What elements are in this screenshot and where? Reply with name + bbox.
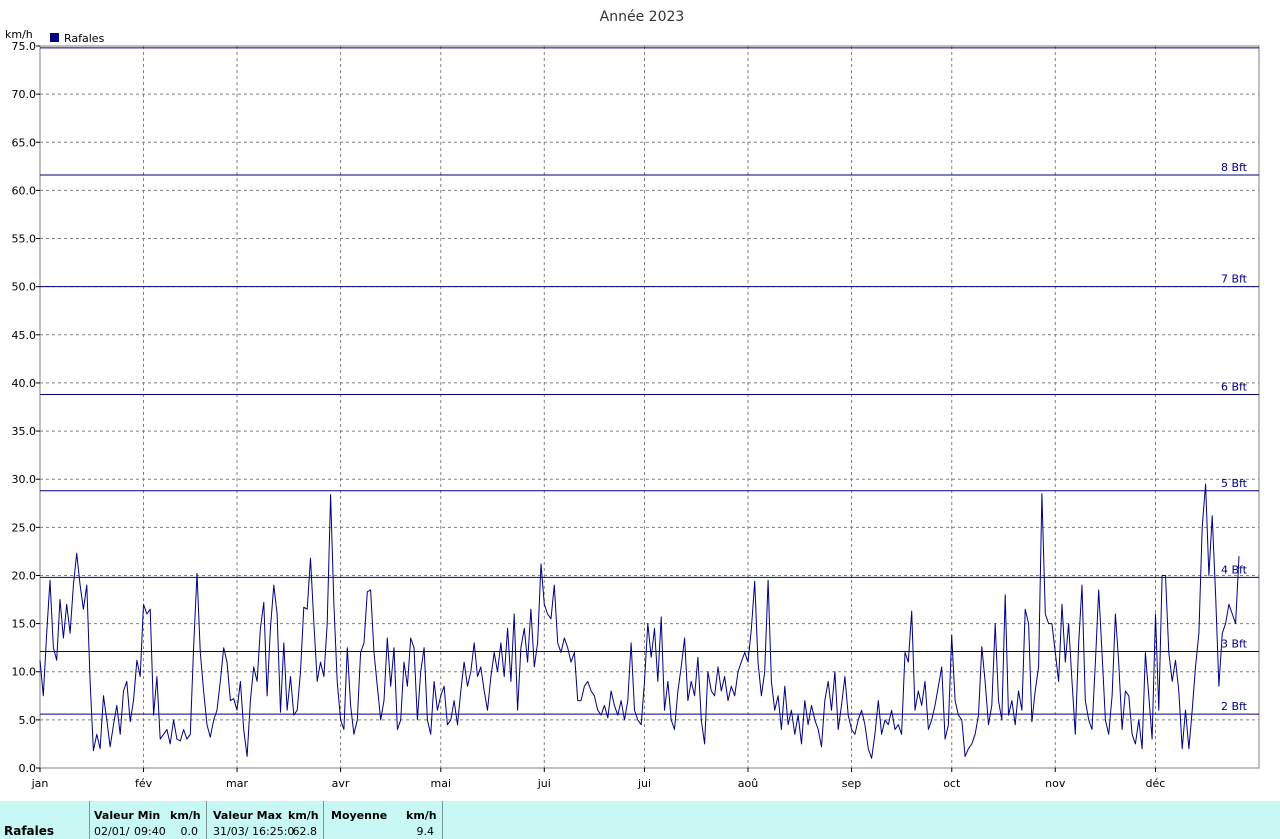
stats-max-time: 16:25:0: [252, 825, 295, 838]
y-tick-label: 25.0: [12, 521, 37, 534]
stats-max-header: Valeur Max: [213, 809, 283, 822]
y-tick-label: 20.0: [12, 569, 37, 582]
x-tick-label: aoû: [738, 777, 758, 790]
y-tick-label: 5.0: [19, 714, 37, 727]
x-tick-label: déc: [1146, 777, 1166, 790]
x-tick-label: oct: [943, 777, 961, 790]
x-tick-label: jan: [31, 777, 49, 790]
chart-title: Année 2023: [600, 9, 685, 25]
stats-min-column: Valeur Min km/h 02/01/ 09:40 0.0: [89, 801, 206, 839]
threshold-label: 3 Bft: [1221, 638, 1248, 651]
y-tick-label: 65.0: [12, 136, 37, 149]
chart: Année 2023 km/h Rafales 2 Bft3 Bft4 Bft5…: [5, 9, 1260, 790]
y-tick-label: 70.0: [12, 88, 37, 101]
y-tick-label: 75.0: [12, 40, 37, 53]
series-rafales: [39, 483, 1240, 759]
x-tick-label: avr: [332, 777, 350, 790]
y-tick-label: 0.0: [19, 762, 37, 775]
y-tick-label: 10.0: [12, 666, 37, 679]
threshold-label: 5 Bft: [1221, 477, 1248, 490]
stats-avg-header: Moyenne: [331, 809, 388, 822]
series-line-rafales: [39, 483, 1240, 759]
stats-max-value: 62.8: [292, 825, 318, 838]
beaufort-thresholds: 2 Bft 3 Bft 4 Bft 5 Bft 6 Bft 7 Bft 8 Bft: [40, 47, 1259, 715]
stats-row-label: Rafales: [4, 824, 55, 838]
x-axis: jan fév mar avr mai jui jui aoû sep oct nov déc: [31, 768, 1166, 790]
threshold-label: 6 Bft: [1221, 380, 1248, 393]
x-tick-label: sep: [842, 777, 861, 790]
stats-max-date: 31/03/: [213, 825, 249, 838]
y-tick-label: 15.0: [12, 618, 37, 631]
y-tick-label: 50.0: [12, 281, 37, 294]
x-tick-label: mai: [431, 777, 452, 790]
x-tick-label: nov: [1045, 777, 1066, 790]
x-tick-label: mar: [226, 777, 248, 790]
y-tick-label: 60.0: [12, 184, 37, 197]
stats-min-time: 09:40: [134, 825, 166, 838]
stats-max-unit: km/h: [288, 809, 319, 822]
threshold-label: 4 Bft: [1221, 563, 1248, 576]
stats-panel: Rafales Valeur Min km/h 02/01/ 09:40 0.0…: [0, 801, 1280, 839]
threshold-label: 7 Bft: [1221, 273, 1248, 286]
x-tick-label: fév: [135, 777, 153, 790]
threshold-label: 8 Bft: [1221, 161, 1248, 174]
stats-min-header: Valeur Min: [94, 809, 161, 822]
stats-avg-unit: km/h: [406, 809, 437, 822]
threshold-label: 2 Bft: [1221, 700, 1248, 713]
stats-max-column: Valeur Max km/h 31/03/ 16:25:0 62.8: [206, 801, 323, 839]
y-tick-label: 40.0: [12, 377, 37, 390]
y-tick-label: 45.0: [12, 329, 37, 342]
stats-avg-column: Moyenne km/h 9.4: [323, 801, 443, 839]
y-axis: 0.0 5.0 10.0 15.0 20.0 25.0 30.0 35.0 40.0 45.0 50…: [12, 40, 40, 775]
legend-label: Rafales: [64, 32, 105, 45]
stats-min-date: 02/01/: [94, 825, 130, 838]
y-tick-label: 55.0: [12, 233, 37, 246]
stats-avg-value: 9.4: [416, 825, 435, 838]
stats-min-unit: km/h: [170, 809, 201, 822]
x-tick-label: jui: [537, 777, 551, 790]
stats-min-value: 0.0: [180, 825, 199, 838]
y-tick-label: 35.0: [12, 425, 37, 438]
legend-swatch: [50, 33, 59, 42]
x-tick-label: jui: [637, 777, 651, 790]
y-tick-label: 30.0: [12, 473, 37, 486]
